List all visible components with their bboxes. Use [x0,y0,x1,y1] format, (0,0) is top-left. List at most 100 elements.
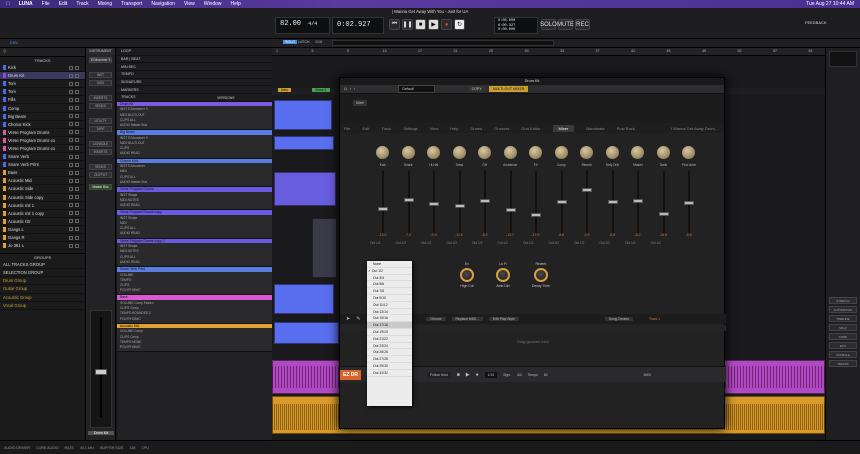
track-list-item[interactable]: Jo 381 L [0,242,85,251]
track-list-item[interactable]: Kick [0,64,85,73]
track-param[interactable]: AUDIO READ [120,231,269,236]
track-param[interactable]: AUDIO READ [120,260,269,265]
overview-strip[interactable] [332,40,554,46]
visibility-toggle-icon[interactable] [75,97,79,102]
track-list-item[interactable]: Acoustic Side copy [0,194,85,202]
kit-piece[interactable]: Snare [396,133,422,169]
track-list-item[interactable]: Verse Program Drums co [0,137,85,145]
midi-clip[interactable] [274,172,336,206]
kit-piece[interactable]: Toms [447,133,473,169]
kit-piece[interactable]: Ambience [498,133,524,169]
track-param[interactable]: AUDIO READ [120,203,269,208]
ez-tab[interactable]: Drums [471,126,483,131]
visibility-toggle-icon[interactable] [75,89,79,94]
kit-piece[interactable]: OH [472,133,498,169]
midi-clip[interactable] [274,100,332,130]
monitor-toggle-icon[interactable] [69,106,73,111]
menu-file[interactable]: File [42,1,50,7]
visibility-toggle-icon[interactable] [75,243,79,248]
env-toggle[interactable]: ENV [10,40,18,45]
track-list-item[interactable]: Tom [0,80,85,89]
track-list-item[interactable]: Chorus Kick [0,121,85,129]
dropdown-option[interactable]: Out 25/26 [367,349,412,357]
track-header[interactable]: Acoustic Mid VOLUME Comp CLIPS Comp TEMPO N… [117,323,272,353]
menu-edit[interactable]: Edit [59,1,68,7]
kit-piece[interactable]: Comp [549,133,575,169]
visibility-toggle-icon[interactable] [75,203,79,208]
track-list-item[interactable]: Fills [0,96,85,105]
rec-toggle[interactable]: REC [575,19,590,30]
fader-cap[interactable] [607,199,618,204]
dropdown-option[interactable]: Out 23/24 [367,343,412,350]
bar-value[interactable]: 1/16 [484,371,498,378]
monitor-toggle-icon[interactable] [69,227,73,232]
fader-cap[interactable] [658,211,669,216]
ez-menu-item[interactable]: View [430,126,439,131]
monitor-toggle-icon[interactable] [69,73,73,78]
kit-piece[interactable]: Shaker [625,133,651,169]
monitor-toggle-icon[interactable] [69,81,73,86]
track-list-item[interactable]: Snare Verb Print [0,161,85,170]
channel-fader[interactable]: -9.5 [676,169,702,241]
track-header[interactable]: Chorus Kick INST EZdrummer MIDI CLIPS ALL AU… [117,158,272,188]
ez-menu-item[interactable]: Track [381,126,391,131]
ez-tab[interactable]: Post Rock [617,126,635,131]
instrument-section-button[interactable]: TAPE [89,126,112,132]
instrument-section-button[interactable]: CONSOLE [89,141,112,147]
monitor-toggle-icon[interactable] [69,97,73,102]
play-button[interactable]: ▶ [428,19,439,30]
fader-cap[interactable] [95,369,107,375]
visibility-toggle-icon[interactable] [75,170,79,175]
ez-menu-item[interactable]: Edit [362,126,369,131]
right-panel-button[interactable]: COMP [829,333,857,340]
group-list-item[interactable]: SELECTION GROUP [0,269,85,278]
fader-cap[interactable] [480,199,490,204]
visibility-toggle-icon[interactable] [75,73,79,78]
right-panel-button[interactable]: SOLO [829,324,857,331]
track-list-item[interactable]: Verse Program Drums co [0,145,85,154]
output-select[interactable]: Out 1/2 [370,241,396,249]
time-display[interactable]: 0:02.927 [332,17,384,34]
group-list-item[interactable]: ALL TRACKS GROUP [0,261,85,270]
menu-navigation[interactable]: Navigation [151,1,175,7]
midi-clip[interactable] [312,218,337,278]
menu-window[interactable]: Window [204,1,222,7]
midi-clip[interactable] [274,284,334,314]
copy-button[interactable]: COPY [467,86,486,92]
kit-piece[interactable]: Perc Amb [676,133,702,169]
latch-mode[interactable]: LATCH [298,40,310,44]
kit-piece[interactable]: Hi-Hat [421,133,447,169]
monitor-toggle-icon[interactable] [69,235,73,240]
apple-icon[interactable]:  [6,1,10,7]
channel-fader[interactable]: -8.2 [472,169,498,241]
monitor-toggle-icon[interactable] [69,89,73,94]
output-select[interactable]: Out 1/2 [396,241,422,249]
dropdown-option[interactable]: Out 27/28 [367,356,412,363]
dropdown-option[interactable]: ✓ Out 1/2 [367,268,412,275]
output-select[interactable]: Out 1/2 [574,241,600,249]
monitor-toggle-icon[interactable] [69,154,73,159]
instrument-section-button[interactable]: INST [89,72,112,78]
channel-fader[interactable]: -17.0 [523,169,549,241]
output-slot[interactable]: Master Bus [89,184,112,190]
channel-fader[interactable]: -0.9 [574,169,600,241]
dropdown-option[interactable]: Out 31/32 [367,370,412,377]
visibility-toggle-icon[interactable] [75,186,79,191]
visibility-toggle-icon[interactable] [75,122,79,127]
fader-cap[interactable] [505,207,516,212]
track-list-item[interactable]: Snare Verb [0,153,85,162]
tempo-value-ez[interactable]: 82 [544,373,548,377]
track-header[interactable]: Verse Program Drums INST Shape MIDI NOTES A… [117,187,272,211]
track-list-item[interactable]: Tom [0,88,85,97]
instrument-section-button[interactable]: SENDS [89,164,112,170]
channel-fader[interactable]: -8.6 [549,169,575,241]
fader-cap[interactable] [684,201,694,206]
dropdown-option[interactable]: Out 17/18 [367,322,412,329]
monitor-toggle-icon[interactable] [69,114,73,119]
dropdown-option[interactable]: Out 5/6 [367,281,412,289]
ez-tab[interactable]: Mixer [552,124,575,132]
monitor-toggle-icon[interactable] [69,146,73,151]
replace-midi-button[interactable]: Replace MIDI... [451,317,483,321]
output-select[interactable]: Out 1/2 [600,241,626,249]
dropdown-option[interactable]: Out 29/30 [367,363,412,370]
